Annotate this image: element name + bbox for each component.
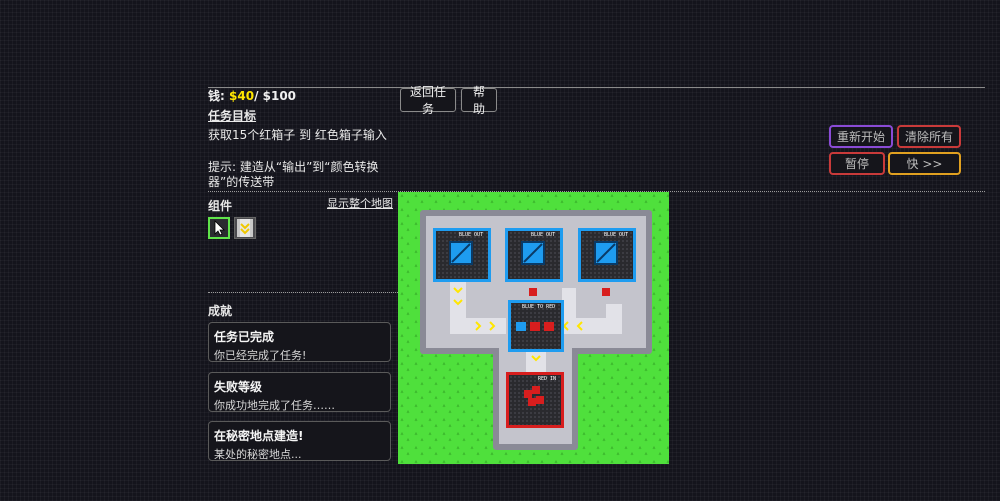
red-in-machine[interactable]: RED IN xyxy=(506,372,564,428)
clear-all-button[interactable]: 清除所有 xyxy=(897,125,961,148)
achievements-title: 成就 xyxy=(208,304,233,318)
achievement-title: 在秘密地点建造! xyxy=(214,429,304,443)
money-label: 钱: xyxy=(208,89,225,103)
blue-out-label: BLUE OUT xyxy=(531,232,555,238)
achievement-card: 在秘密地点建造! 某处的秘密地点... xyxy=(208,421,391,461)
show-full-map-link[interactable]: 显示整个地图 xyxy=(327,195,393,211)
money-separator: / xyxy=(254,89,263,103)
red-in-label: RED IN xyxy=(538,376,556,382)
blue-to-red-label: BLUE TO RED xyxy=(522,304,555,310)
pointer-tool-button[interactable] xyxy=(208,217,230,239)
restart-button[interactable]: 重新开始 xyxy=(829,125,893,148)
color-converter-machine[interactable]: BLUE TO RED xyxy=(508,300,564,352)
hint-text: 提示: 建造从“输出”到“颜色转换器”的传送带 xyxy=(208,160,379,189)
achievement-card: 失败等级 你成功地完成了任务…… xyxy=(208,372,391,412)
money-display: 钱: $40/ $100 xyxy=(208,87,296,104)
game-map[interactable]: BLUE OUT BLUE OUT BLUE OUT BLUE TO RED R… xyxy=(398,192,669,464)
money-current: $40 xyxy=(229,89,255,103)
map-canvas[interactable]: BLUE OUT BLUE OUT BLUE OUT BLUE TO RED R… xyxy=(398,192,669,464)
help-button[interactable]: 帮助 xyxy=(461,85,497,116)
blue-out-label: BLUE OUT xyxy=(604,232,628,238)
parts-title: 组件 xyxy=(208,199,233,213)
back-to-missions-button[interactable]: 返回任务 xyxy=(400,85,456,116)
top-divider xyxy=(208,87,985,88)
achievement-title: 失败等级 xyxy=(214,380,263,394)
conveyor-tool-button[interactable] xyxy=(234,217,256,239)
achievement-desc: 你成功地完成了任务…… xyxy=(214,399,335,412)
pointer-icon xyxy=(214,220,225,236)
blue-out-machine[interactable]: BLUE OUT xyxy=(433,228,491,282)
money-target: $100 xyxy=(262,89,297,103)
achievement-desc: 某处的秘密地点... xyxy=(214,448,302,461)
parts-divider xyxy=(208,292,398,293)
conveyor-icon xyxy=(237,219,253,237)
achievement-title: 任务已完成 xyxy=(214,330,275,344)
goal-text: 获取15个红箱子 到 红色箱子输入 xyxy=(208,128,387,142)
fast-forward-button[interactable]: 快 >> xyxy=(888,152,961,175)
blue-out-machine[interactable]: BLUE OUT xyxy=(505,228,563,282)
blue-out-machine[interactable]: BLUE OUT xyxy=(578,228,636,282)
blue-out-label: BLUE OUT xyxy=(459,232,483,238)
goal-title: 任务目标 xyxy=(208,109,257,123)
achievement-desc: 你已经完成了任务! xyxy=(214,349,307,362)
pause-button[interactable]: 暂停 xyxy=(829,152,885,175)
achievement-card: 任务已完成 你已经完成了任务! xyxy=(208,322,391,362)
